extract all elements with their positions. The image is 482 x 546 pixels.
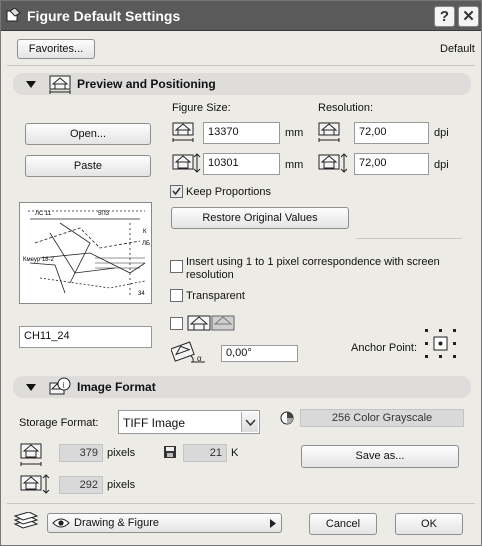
storage-format-select[interactable]: TIFF Image (118, 410, 260, 434)
figure-width-input[interactable]: 13370 (203, 122, 280, 144)
title-bar: Figure Default Settings ? ✕ (1, 1, 481, 31)
cancel-button[interactable]: Cancel (309, 513, 377, 535)
preview-image: ЛС 11 5П3 Кмеур 18-2 34 ЛБ К (19, 202, 152, 304)
resolution-width-unit: dpi (434, 127, 449, 139)
figure-height-icon (172, 153, 201, 173)
restore-original-values-button[interactable]: Restore Original Values (171, 207, 349, 229)
divider (7, 65, 475, 66)
height-unit-label: mm (285, 159, 304, 171)
rotation-angle-icon: α (171, 341, 205, 363)
pixel-height-value: 292 (59, 476, 103, 494)
section-header-image-format[interactable]: i Image Format (13, 376, 471, 398)
storage-format-value: TIFF Image (123, 416, 186, 430)
collapse-triangle-icon[interactable] (26, 384, 36, 391)
app-icon (6, 8, 21, 22)
pixel-width-icon (20, 443, 42, 466)
rotation-angle-input[interactable]: 0,00° (221, 345, 298, 362)
storage-format-label: Storage Format: (19, 417, 99, 429)
default-label: Default (440, 43, 475, 55)
help-button[interactable]: ? (434, 6, 455, 27)
file-size-unit: K (231, 447, 239, 459)
close-icon: ✕ (462, 8, 475, 25)
section-title-preview: Preview and Positioning (77, 77, 216, 91)
resolution-width-icon (318, 122, 340, 142)
collapse-triangle-icon[interactable] (26, 81, 36, 88)
width-unit-label: mm (285, 127, 304, 139)
pixel-height-icon (20, 474, 50, 494)
preview-text: 5П3 (98, 211, 110, 217)
floor-plan-thumbnail: ЛС 11 5П3 Кмеур 18-2 34 ЛБ К (23, 210, 150, 298)
preview-text: Кмеур 18-2 (23, 257, 54, 263)
pixel-width-unit: pixels (107, 447, 136, 459)
keep-proportions-checkbox[interactable] (170, 185, 183, 198)
anchor-point-label: Anchor Point: (351, 342, 418, 354)
transparent-label: Transparent (186, 290, 245, 302)
preview-text: 34 (138, 291, 145, 297)
insert-pixel-checkbox[interactable] (170, 260, 183, 273)
chevron-right-icon (270, 519, 276, 528)
resolution-label: Resolution: (318, 102, 374, 114)
favorites-button[interactable]: Favorites... (17, 39, 95, 59)
open-button[interactable]: Open... (25, 123, 151, 145)
filename-field[interactable]: CH11_24 (19, 326, 152, 348)
mirror-checkbox[interactable] (170, 317, 183, 330)
preview-text: ЛС 11 (35, 211, 52, 217)
preview-positioning-icon (49, 75, 71, 94)
eye-icon (52, 518, 70, 528)
transparent-checkbox[interactable] (170, 289, 183, 302)
dialog-window: Figure Default Settings ? ✕ Favorites...… (0, 0, 482, 546)
resolution-height-input[interactable]: 72,00 (354, 153, 429, 175)
keep-proportions-label: Keep Proportions (186, 186, 271, 198)
preview-text: ЛБ (142, 241, 150, 247)
figure-height-input[interactable]: 10301 (203, 153, 280, 175)
color-depth-display: 256 Color Grayscale (300, 409, 464, 427)
layers-icon (13, 512, 39, 529)
resolution-height-icon (318, 153, 348, 173)
figure-width-icon (172, 122, 194, 142)
ok-button[interactable]: OK (395, 513, 463, 535)
window-title: Figure Default Settings (27, 8, 181, 24)
resolution-height-unit: dpi (434, 159, 449, 171)
close-button[interactable]: ✕ (458, 6, 479, 27)
svg-text:α: α (197, 354, 202, 363)
section-header-preview[interactable]: Preview and Positioning (13, 73, 471, 95)
pixel-width-value: 379 (59, 444, 103, 462)
anchor-point-grid[interactable] (423, 327, 459, 361)
layer-selector[interactable]: Drawing & Figure (47, 513, 282, 533)
divider (7, 503, 475, 504)
pixel-height-unit: pixels (107, 479, 136, 491)
mirror-icon (187, 315, 235, 331)
chevron-down-icon[interactable] (241, 412, 258, 432)
divider (356, 238, 462, 239)
figure-size-label: Figure Size: (172, 102, 231, 114)
resolution-width-input[interactable]: 72,00 (354, 122, 429, 144)
help-icon: ? (439, 8, 450, 25)
file-size-value: 21 (183, 444, 227, 462)
disk-icon (164, 446, 176, 458)
insert-pixel-label: Insert using 1 to 1 pixel correspondence… (186, 256, 440, 281)
checkmark-icon (172, 187, 181, 196)
paste-button[interactable]: Paste (25, 155, 151, 177)
preview-text: К (143, 229, 147, 235)
section-title-image-format: Image Format (77, 380, 156, 394)
layer-selector-label: Drawing & Figure (74, 517, 159, 529)
save-as-button[interactable]: Save as... (301, 445, 459, 468)
color-depth-icon (280, 411, 294, 425)
image-format-icon: i (49, 377, 71, 395)
